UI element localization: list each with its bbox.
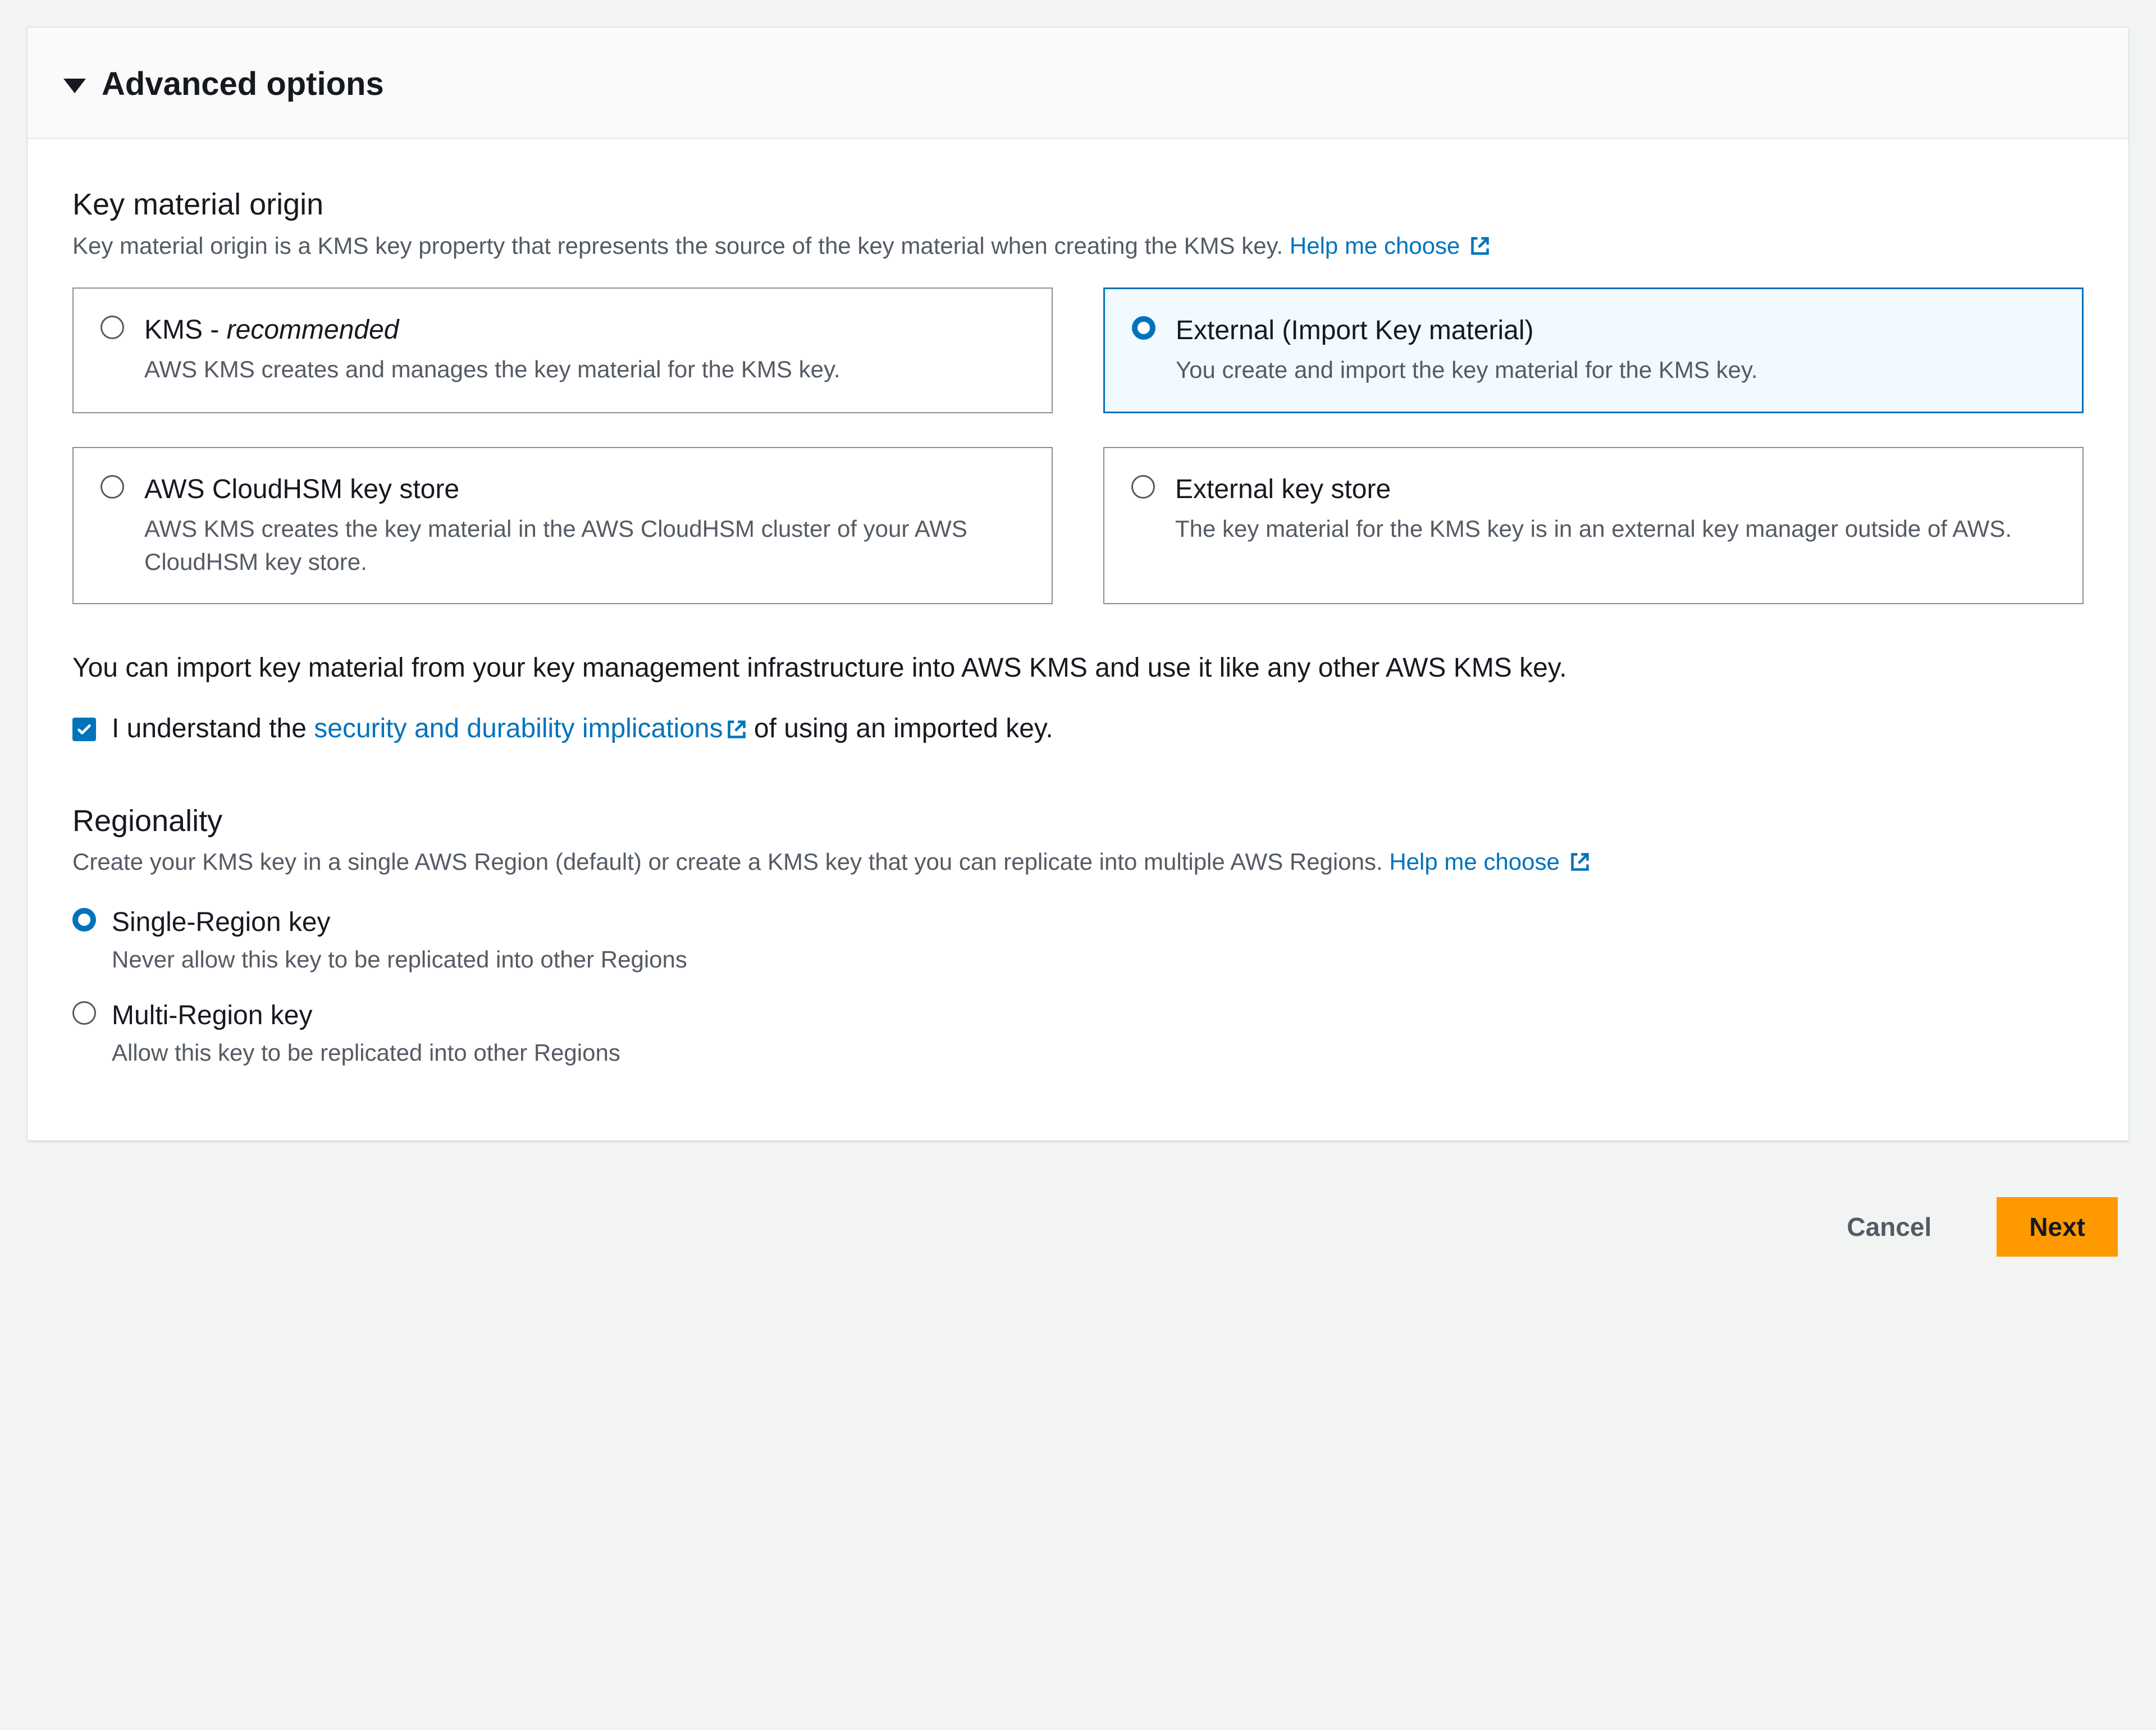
checkbox-text-post: of using an imported key. <box>747 714 1053 743</box>
key-material-origin-description: Key material origin is a KMS key propert… <box>72 230 2084 265</box>
regionality-title: Regionality <box>72 800 2084 843</box>
regionality-option-single-region[interactable]: Single-Region key Never allow this key t… <box>72 903 2084 976</box>
radio-description: Allow this key to be replicated into oth… <box>112 1037 2084 1070</box>
radio-icon <box>101 475 124 499</box>
help-link-text: Help me choose <box>1290 232 1460 259</box>
checkbox-text-pre: I understand the <box>112 714 314 743</box>
external-link-icon <box>1470 232 1490 265</box>
external-link-icon <box>1570 848 1590 881</box>
radio-label: Single-Region key <box>112 903 2084 941</box>
option-cloudhsm-key-store[interactable]: AWS CloudHSM key store AWS KMS creates t… <box>72 447 1053 605</box>
option-title: External key store <box>1175 471 2055 508</box>
option-title: AWS CloudHSM key store <box>144 471 1025 508</box>
help-link-text: Help me choose <box>1389 848 1560 875</box>
help-me-choose-link-regionality[interactable]: Help me choose <box>1389 848 1589 875</box>
option-description: You create and import the key material f… <box>1176 354 2055 387</box>
radio-icon <box>72 908 96 932</box>
import-key-info-text: You can import key material from your ke… <box>72 649 2084 687</box>
advanced-options-panel: Advanced options Key material origin Key… <box>27 27 2129 1141</box>
regionality-option-multi-region[interactable]: Multi-Region key Allow this key to be re… <box>72 997 2084 1070</box>
understand-implications-checkbox-row[interactable]: I understand the security and durability… <box>72 710 2084 750</box>
option-kms-recommended[interactable]: KMS - recommended AWS KMS creates and ma… <box>72 287 1053 413</box>
cancel-button[interactable]: Cancel <box>1815 1198 1963 1256</box>
radio-description: Never allow this key to be replicated in… <box>112 943 2084 976</box>
regionality-description-text: Create your KMS key in a single AWS Regi… <box>72 848 1389 875</box>
checkbox-label: I understand the security and durability… <box>112 710 1053 750</box>
option-description: The key material for the KMS key is in a… <box>1175 513 2055 546</box>
checkbox-checked-icon <box>72 718 96 741</box>
checkbox-link-text: security and durability implications <box>314 714 723 743</box>
key-material-description-text: Key material origin is a KMS key propert… <box>72 232 1290 259</box>
security-durability-link[interactable]: security and durability implications <box>314 714 746 743</box>
option-title: External (Import Key material) <box>1176 312 2055 349</box>
key-material-origin-title: Key material origin <box>72 184 2084 226</box>
help-me-choose-link-key-material[interactable]: Help me choose <box>1290 232 1490 259</box>
panel-header[interactable]: Advanced options <box>28 28 2128 139</box>
wizard-footer: Cancel Next <box>27 1141 2129 1268</box>
option-description: AWS KMS creates the key material in the … <box>144 513 1025 579</box>
radio-icon <box>72 1001 96 1025</box>
panel-body: Key material origin Key material origin … <box>28 139 2128 1140</box>
option-external-import[interactable]: External (Import Key material) You creat… <box>1103 287 2084 413</box>
regionality-description: Create your KMS key in a single AWS Regi… <box>72 846 2084 881</box>
radio-icon <box>1131 475 1155 499</box>
key-material-options-grid: KMS - recommended AWS KMS creates and ma… <box>72 287 2084 605</box>
radio-icon <box>1132 316 1155 340</box>
next-button[interactable]: Next <box>1997 1197 2118 1257</box>
radio-label: Multi-Region key <box>112 997 2084 1034</box>
caret-down-icon <box>63 79 86 93</box>
panel-title: Advanced options <box>102 61 384 107</box>
option-description: AWS KMS creates and manages the key mate… <box>144 353 1025 386</box>
option-title: KMS - recommended <box>144 311 1025 349</box>
external-link-icon <box>727 712 747 750</box>
option-external-key-store[interactable]: External key store The key material for … <box>1103 447 2084 605</box>
radio-icon <box>101 316 124 339</box>
